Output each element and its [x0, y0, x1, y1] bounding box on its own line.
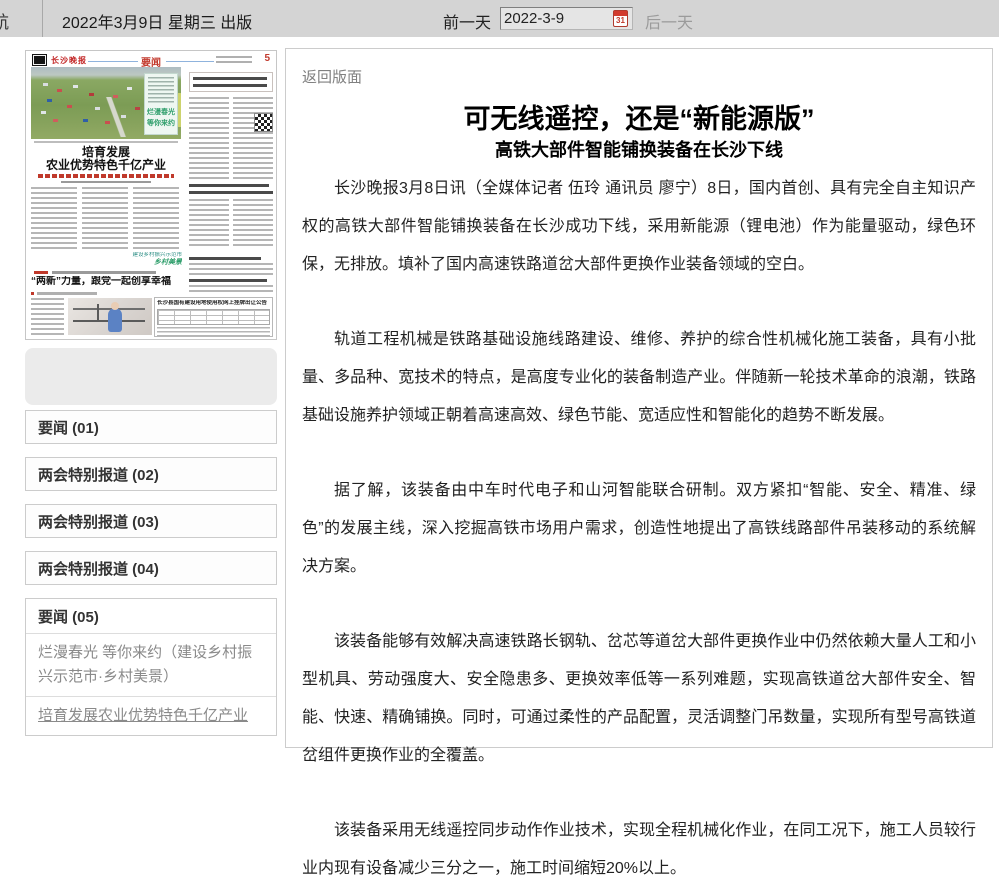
sidebar-section-yaowen-05-group: 要闻 (05) 烂漫春光 等你来约（建设乡村振兴示范市·乡村美景） 培育发展农业… — [25, 598, 277, 736]
worker-photo — [68, 298, 152, 335]
masthead-rule-left — [88, 61, 138, 62]
article-paragraph: 据了解，该装备由中车时代电子和山河智能联合研制。双方紧扣“智能、安全、精准、绿色… — [302, 472, 976, 586]
text-column — [189, 199, 229, 249]
notice-table — [157, 309, 270, 325]
article-body: 长沙晚报3月8日讯（全媒体记者 伍玲 通讯员 廖宁）8日，国内首创、具有完全自主… — [302, 170, 976, 888]
masthead-page-number: 5 — [264, 53, 270, 64]
kicker-mark — [34, 271, 48, 274]
text-column — [31, 298, 64, 338]
clipped-nav-label: 航 — [0, 8, 9, 33]
next-day-button[interactable]: 后一天 — [645, 9, 693, 33]
sidebar-section-lianghui-04[interactable]: 两会特别报道 (04) — [25, 551, 277, 585]
article-paragraph: 轨道工程机械是铁路基础设施线路建设、维修、养护的综合性机械化施工装备，具有小批量… — [302, 321, 976, 435]
sidebar-section-yaowen-01[interactable]: 要闻 (01) — [25, 410, 277, 444]
text-column — [189, 263, 273, 275]
worker-figure — [108, 308, 122, 332]
right-column-headline — [189, 279, 267, 282]
previous-day-button[interactable]: 前一天 — [443, 9, 491, 33]
thumbnail-headline: 培育发展 农业优势特色千亿产业 — [31, 146, 181, 172]
article-paragraph: 该装备能够有效解决高速铁路长钢轨、岔芯等道岔大部件更换作业中仍然依赖大量人工和小… — [302, 623, 976, 775]
sidebar-section-lianghui-03[interactable]: 两会特别报道 (03) — [25, 504, 277, 538]
red-bullet — [31, 292, 34, 295]
right-column-headline — [189, 184, 269, 187]
notice-text — [157, 327, 270, 336]
photo-caption-line — [34, 141, 178, 143]
page-thumbnail[interactable]: 长沙晚报 要闻 5 烂漫春光 等你来约 培育发展 农业优势特色千亿产业 — [25, 50, 277, 340]
series-badge: 建设乡村振兴示范市 乡村美景 — [124, 252, 182, 269]
sidebar-section-yaowen-05[interactable]: 要闻 (05) — [26, 599, 276, 633]
text-column — [31, 187, 77, 249]
back-to-page-link[interactable]: 返回版面 — [302, 66, 362, 87]
text-column — [133, 187, 179, 249]
article-panel: 返回版面 可无线遥控，还是“新能源版” 高铁大部件智能铺换装备在长沙下线 长沙晚… — [285, 48, 993, 748]
article-subtitle: 高铁大部件智能铺换装备在长沙下线 — [302, 138, 976, 162]
thumbnail-footer-panel — [25, 348, 277, 405]
publish-date-label: 2022年3月9日 星期三 出版 — [62, 9, 252, 33]
text-column — [233, 199, 273, 249]
right-column-headline — [189, 191, 273, 194]
kicker-line — [52, 271, 156, 274]
masthead-rule-right — [166, 61, 214, 62]
date-input[interactable] — [504, 9, 604, 28]
badge-text-lines — [148, 77, 174, 103]
date-picker[interactable]: 31 — [500, 7, 633, 30]
text-column — [233, 97, 273, 179]
red-subheadline-line — [38, 174, 174, 178]
top-toolbar: 航 2022年3月9日 星期三 出版 前一天 31 后一天 — [0, 0, 999, 37]
toolbar-divider — [42, 0, 43, 37]
bullet-line — [37, 292, 97, 295]
right-column-headline — [189, 257, 261, 260]
deck-line — [61, 181, 151, 183]
calendar-icon[interactable]: 31 — [613, 10, 628, 27]
sidebar-section-lianghui-02[interactable]: 两会特别报道 (02) — [25, 457, 277, 491]
text-column — [82, 187, 128, 249]
village-roofs — [31, 67, 36, 70]
photo-text-badge: 烂漫春光 等你来约 — [144, 73, 178, 135]
land-notice-block: 长沙县国有建设用地使用权网上挂牌出让公告 — [154, 297, 273, 337]
article-link[interactable]: 烂漫春光 等你来约（建设乡村振兴示范市·乡村美景） — [26, 633, 276, 696]
right-column-headline-box — [189, 72, 273, 92]
second-headline: “两新”力量，跟党一起创享幸福 — [31, 276, 183, 288]
qr-code — [254, 113, 273, 132]
article-paragraph: 该装备采用无线遥控同步动作作业技术，实现全程机械化作业，在同工况下，施工人员较行… — [302, 812, 976, 888]
article-title: 可无线遥控，还是“新能源版” — [302, 103, 976, 135]
text-column — [189, 285, 273, 294]
masthead-meta-lines — [216, 56, 252, 58]
sidebar: 长沙晚报 要闻 5 烂漫春光 等你来约 培育发展 农业优势特色千亿产业 — [25, 50, 277, 736]
article-paragraph: 长沙晚报3月8日讯（全媒体记者 伍玲 通讯员 廖宁）8日，国内首创、具有完全自主… — [302, 170, 976, 284]
text-column — [189, 97, 229, 179]
